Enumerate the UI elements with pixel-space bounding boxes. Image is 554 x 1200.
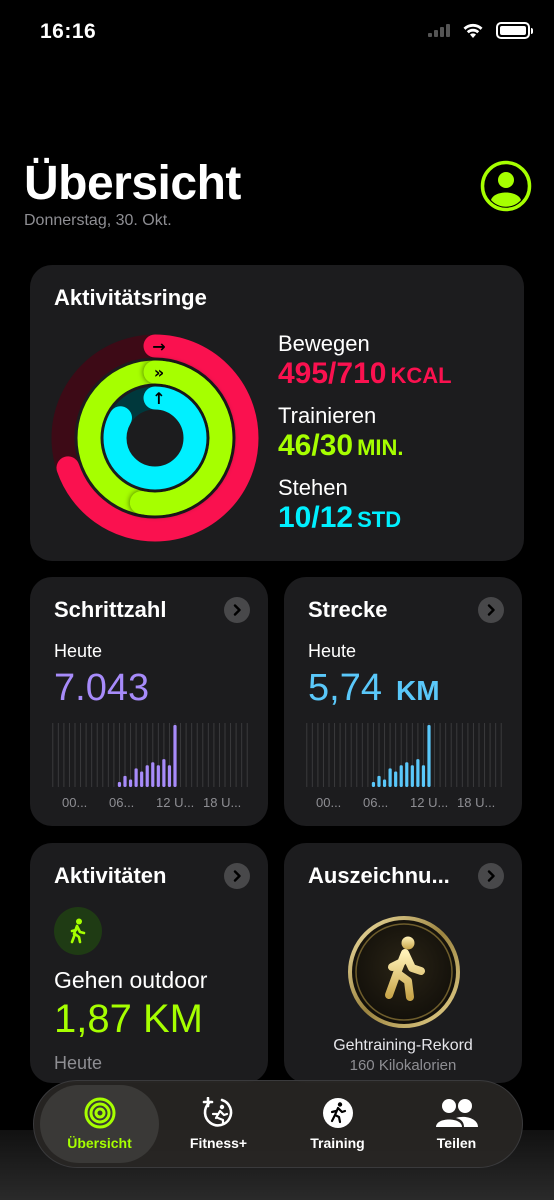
steps-period: Heute: [54, 641, 103, 661]
exercise-label: Trainieren: [278, 403, 377, 428]
training-icon: [322, 1098, 353, 1128]
award-name: Gehtraining-Rekord: [333, 1037, 473, 1054]
wifi-icon: [463, 23, 483, 38]
activity-rings-card[interactable]: Aktivitätsringe → » ↑ Bewegen 495/710 KCAL …: [30, 265, 524, 561]
chart-bar: [410, 765, 414, 787]
chart-bar: [134, 768, 138, 787]
activity-distance: 1,87 KM: [54, 997, 203, 1041]
awards-chevron-icon[interactable]: [478, 863, 504, 889]
tab-fitness-plus[interactable]: Fitness+: [159, 1085, 278, 1163]
steps-card[interactable]: Schrittzahl Heute 7.043 00... 06... 12 U..…: [30, 577, 268, 826]
chart-axis-label: 00...: [62, 795, 87, 810]
chart-bar: [416, 759, 420, 787]
tab-share[interactable]: Teilen: [397, 1085, 516, 1163]
walking-medal-icon: [347, 915, 461, 1034]
activity-rings-title: Aktivitätsringe: [54, 285, 207, 310]
chart-bar: [382, 779, 387, 787]
status-bar: 16:16: [0, 0, 554, 70]
tab-bar: Übersicht Fitness+ Training Teilen: [33, 1080, 523, 1168]
chart-bar: [162, 759, 166, 787]
move-label: Bewegen: [278, 331, 370, 356]
chart-axis-label: 18 U...: [457, 795, 495, 810]
chart-bar: [145, 765, 149, 787]
chart-bar: [140, 771, 144, 787]
exercise-value: 46/30 MIN.: [278, 429, 404, 462]
chart-bar: [399, 765, 403, 787]
cellular-signal-icon: [428, 24, 450, 37]
chart-axis-label: 06...: [363, 795, 388, 810]
tab-overview[interactable]: Übersicht: [40, 1085, 159, 1163]
chart-bar: [167, 765, 172, 787]
page-title: Übersicht: [24, 157, 241, 210]
steps-title: Schrittzahl: [54, 597, 167, 622]
distance-title: Strecke: [308, 597, 388, 622]
tab-training[interactable]: Training: [278, 1085, 397, 1163]
stand-ring: [103, 386, 207, 490]
chart-bar: [421, 765, 426, 787]
tab-label: Training: [310, 1135, 365, 1151]
move-ring-arrow-icon: →: [152, 337, 165, 356]
profile-button[interactable]: [480, 160, 532, 212]
activity-day: Heute: [54, 1053, 103, 1073]
status-icons: [428, 22, 533, 39]
tab-label: Teilen: [436, 1135, 477, 1151]
tab-label: Fitness+: [189, 1135, 248, 1151]
chart-axis-label: 12 U...: [156, 795, 194, 810]
chart-bar: [123, 775, 127, 787]
chart-bar: [394, 771, 398, 787]
activity-name: Gehen outdoor: [54, 967, 208, 993]
awards-card[interactable]: Auszeichnu... Gehtraining-Rekord 160 Kil…: [284, 843, 522, 1083]
chart-bar: [151, 762, 155, 787]
activities-title: Aktivitäten: [54, 863, 167, 888]
chart-axis-label: 12 U...: [410, 795, 448, 810]
distance-value: 5,74 KM: [308, 667, 440, 709]
distance-chart: 00... 06... 12 U... 18 U...: [306, 723, 502, 810]
move-value: 495/710 KCAL: [278, 357, 452, 390]
chart-bar: [427, 725, 431, 787]
battery-icon: [496, 22, 533, 39]
profile-icon: [480, 160, 532, 212]
walking-icon: [54, 907, 102, 955]
chart-axis-label: 06...: [109, 795, 134, 810]
chart-bar: [371, 782, 376, 787]
steps-chart: 00... 06... 12 U... 18 U...: [52, 723, 248, 810]
chart-bar: [117, 782, 122, 787]
chart-bar: [156, 765, 160, 787]
awards-title: Auszeichnu...: [308, 863, 450, 888]
steps-value: 7.043: [54, 667, 150, 709]
activity-rings-chart: → » ↑: [51, 334, 259, 542]
chart-axis-label: 00...: [316, 795, 341, 810]
people-icon: [435, 1099, 478, 1127]
stand-ring-arrow-icon: ↑: [152, 389, 165, 408]
exercise-ring-arrow-icon: »: [154, 363, 164, 382]
distance-chevron-icon[interactable]: [478, 597, 504, 623]
chart-bar: [173, 725, 177, 787]
chart-bar: [405, 762, 409, 787]
distance-card[interactable]: Strecke Heute 5,74 KM 00... 06... 12 U... 18…: [284, 577, 522, 826]
steps-chevron-icon[interactable]: [224, 597, 250, 623]
activities-chevron-icon[interactable]: [224, 863, 250, 889]
chart-bar: [377, 775, 381, 787]
rings-icon: [84, 1097, 115, 1129]
chart-axis-label: 18 U...: [203, 795, 241, 810]
fitness-plus-icon: [202, 1097, 232, 1127]
chart-bar: [128, 779, 133, 787]
page-date: Donnerstag, 30. Okt.: [24, 212, 172, 229]
tab-label: Übersicht: [67, 1135, 132, 1151]
award-subtitle: 160 Kilokalorien: [349, 1057, 457, 1074]
ring-stats: Bewegen 495/710 KCAL Trainieren 46/30 MIN.…: [278, 331, 452, 547]
status-time: 16:16: [40, 20, 97, 43]
activities-card[interactable]: Aktivitäten Gehen outdoor 1,87 KM Heute: [30, 843, 268, 1083]
distance-period: Heute: [308, 641, 357, 661]
stand-label: Stehen: [278, 475, 348, 500]
stand-value: 10/12 STD: [278, 501, 402, 534]
chart-bar: [388, 768, 392, 787]
